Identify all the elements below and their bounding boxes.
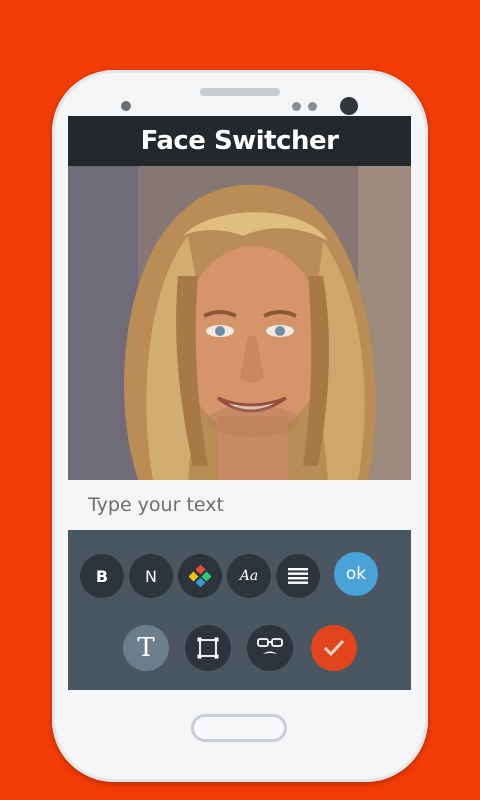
front-sensor xyxy=(121,101,131,111)
bold-button[interactable]: B xyxy=(80,554,124,598)
light-sensor xyxy=(308,102,317,111)
app-screen: Face Switcher Type your text B N Aa ok T xyxy=(68,116,411,690)
align-button[interactable] xyxy=(276,554,320,598)
home-button xyxy=(191,714,287,742)
speaker-grille xyxy=(200,88,280,96)
normal-button[interactable]: N xyxy=(129,554,173,598)
bold-label: B xyxy=(95,566,109,586)
confirm-button[interactable] xyxy=(311,625,357,671)
editor-toolbar: B N Aa ok T xyxy=(68,530,411,690)
caption-text-input[interactable] xyxy=(68,480,411,530)
frame-icon xyxy=(197,637,219,659)
checkmark-icon xyxy=(323,639,345,657)
frame-button[interactable] xyxy=(185,625,231,671)
app-title-bar: Face Switcher xyxy=(68,116,411,166)
face-mask-button[interactable] xyxy=(247,625,293,671)
proximity-sensor xyxy=(292,102,301,111)
app-title: Face Switcher xyxy=(140,126,339,156)
text-mode-label: T xyxy=(137,633,155,663)
font-button[interactable]: Aa xyxy=(227,554,271,598)
color-palette-icon xyxy=(189,565,211,587)
face-mask-icon xyxy=(257,638,283,654)
photo-canvas[interactable] xyxy=(68,166,411,480)
text-mode-button[interactable]: T xyxy=(123,625,169,671)
normal-label: N xyxy=(145,566,157,586)
ok-button[interactable]: ok xyxy=(334,552,378,596)
color-button[interactable] xyxy=(178,554,222,598)
align-lines-icon xyxy=(288,568,308,584)
front-camera xyxy=(340,97,358,115)
ok-label: ok xyxy=(345,564,367,584)
font-label: Aa xyxy=(239,568,259,584)
face-photo xyxy=(68,166,411,480)
